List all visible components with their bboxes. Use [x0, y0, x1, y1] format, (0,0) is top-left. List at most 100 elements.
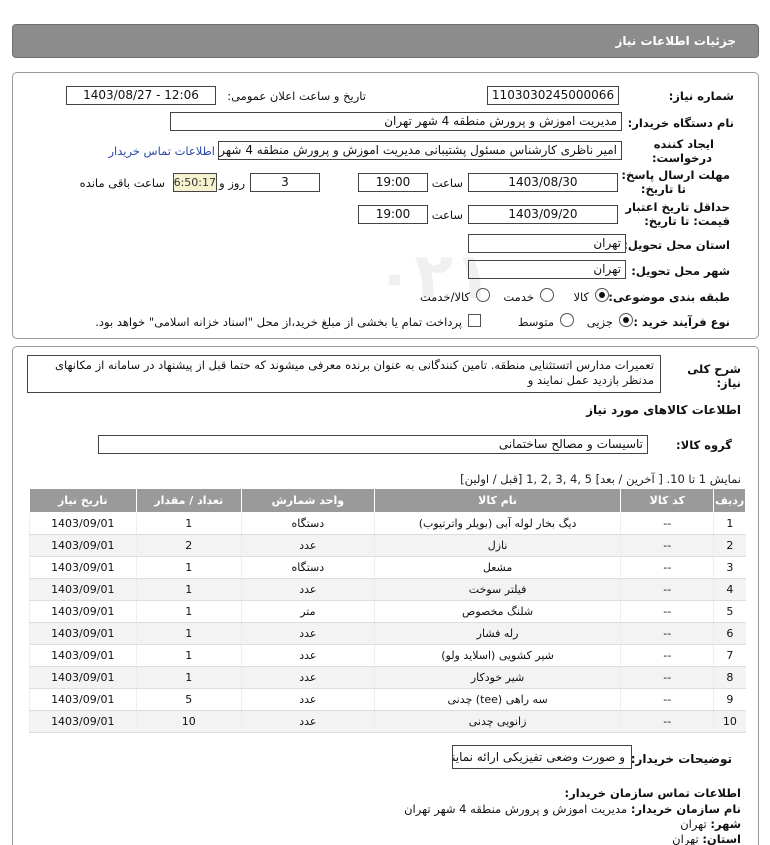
goods-table: ردیف کد کالا نام کالا واحد شمارش تعداد /… — [29, 488, 746, 733]
table-row: 9 -- سه راهی (tee) چدنی عدد 5 1403/09/01 — [29, 688, 746, 711]
cell-name: سه راهی (tee) چدنی — [373, 688, 621, 711]
cell-name: نازل — [373, 534, 621, 557]
contact-org-row: نام سازمان خریدار: مدیریت اموزش و پرورش … — [404, 802, 741, 816]
cell-qty: 1 — [135, 578, 242, 601]
cell-code: -- — [620, 688, 714, 711]
payment-checkbox[interactable] — [468, 314, 481, 327]
province-label: استان محل تحویل: — [623, 238, 730, 252]
cell-row: 4 — [713, 578, 746, 601]
deadline-time-label: ساعت — [431, 176, 463, 190]
cell-date: 1403/09/01 — [29, 622, 137, 645]
category-service-radio[interactable] — [540, 288, 554, 302]
contact-title: اطلاعات تماس سازمان خریدار: — [564, 786, 741, 800]
cell-date: 1403/09/01 — [29, 710, 137, 733]
category-both-radio[interactable] — [476, 288, 490, 302]
cell-row: 10 — [713, 710, 746, 733]
deadline-label: مهلت ارسال پاسخ: — [621, 168, 730, 182]
deadline-date-field: 1403/08/30 — [468, 173, 618, 192]
col-code: کد کالا — [620, 488, 715, 513]
announce-field: 1403/08/27 - 12:06 — [66, 86, 216, 105]
cell-name: زانویی چدنی — [373, 710, 621, 733]
validity-label-2: قیمت: تا تاریخ: — [644, 214, 730, 228]
cell-qty: 1 — [135, 644, 242, 667]
cell-qty: 1 — [135, 512, 242, 535]
cell-code: -- — [620, 534, 714, 557]
buyer-org-field: مدیریت اموزش و پرورش منطقه 4 شهر تهران — [170, 112, 622, 131]
buyer-contact-link[interactable]: اطلاعات تماس خریدار — [108, 144, 215, 158]
cell-row: 7 — [713, 644, 746, 667]
cell-code: -- — [620, 600, 714, 623]
cell-name: شیر خودکار — [373, 666, 621, 689]
contact-org-value: مدیریت اموزش و پرورش منطقه 4 شهر تهران — [404, 802, 628, 816]
cell-code: -- — [620, 512, 714, 535]
contact-org-label: نام سازمان خریدار: — [630, 802, 741, 816]
goods-group-field: تاسیسات و مصالح ساختمانی — [98, 435, 648, 454]
goods-table-header: ردیف کد کالا نام کالا واحد شمارش تعداد /… — [29, 488, 746, 513]
category-both-label: کالا/خدمت — [419, 290, 470, 304]
remaining-time-field: 06:50:17 — [173, 173, 217, 192]
category-service-label: خدمت — [503, 290, 534, 304]
cell-qty: 5 — [135, 688, 242, 711]
description-label-2: نیاز: — [716, 376, 741, 390]
province-field: تهران — [468, 234, 626, 253]
page-header: جزئیات اطلاعات نیاز — [12, 24, 759, 58]
need-number-label: شماره نیاز: — [668, 89, 734, 103]
description-field: تعمیرات مدارس اتستثنایی منطقه. تامین کنن… — [27, 355, 661, 393]
col-unit: واحد شمارش — [240, 488, 375, 513]
cell-row: 8 — [713, 666, 746, 689]
cell-row: 6 — [713, 622, 746, 645]
cell-qty: 1 — [135, 666, 242, 689]
process-partial-radio[interactable] — [619, 313, 633, 327]
creator-label: ایجاد کننده — [653, 137, 714, 151]
process-medium-label: متوسط — [517, 315, 554, 329]
cell-unit: متر — [240, 600, 375, 623]
table-row: 4 -- فیلتر سوخت عدد 1 1403/09/01 — [29, 578, 746, 601]
days-label: روز و — [219, 176, 245, 190]
cell-row: 1 — [713, 512, 746, 535]
pagination[interactable]: نمایش 1 تا 10. [ آخرین / بعد] 5 ,4 ,3 ,2… — [460, 472, 741, 486]
validity-label: حداقل تاریخ اعتبار — [625, 200, 730, 214]
creator-field: امیر ناظری کارشناس مسئول پشتیبانی مدیریت… — [218, 141, 622, 160]
table-row: 7 -- شیر کشویی (اسلاید ولو) عدد 1 1403/09/01 — [29, 644, 746, 667]
cell-name: دیگ بخار لوله آبی (بویلر واترتیوب) — [373, 512, 621, 535]
cell-qty: 10 — [135, 710, 242, 733]
table-row: 5 -- شلنگ مخصوص متر 1 1403/09/01 — [29, 600, 746, 623]
table-row: 10 -- زانویی چدنی عدد 10 1403/09/01 — [29, 710, 746, 733]
goods-section-title: اطلاعات کالاهای مورد نیاز — [586, 403, 741, 417]
buyer-notes-field: و صورت وضعی تفیزیکی ارائه نمایند — [452, 745, 632, 769]
cell-code: -- — [620, 644, 714, 667]
process-partial-label: جزیی — [586, 315, 613, 329]
category-goods-radio[interactable] — [595, 288, 609, 302]
validity-time-field: 19:00 — [358, 205, 428, 224]
cell-qty: 1 — [135, 600, 242, 623]
remaining-label: ساعت باقی مانده — [79, 176, 165, 190]
cell-qty: 1 — [135, 622, 242, 645]
contact-city-row: شهر: تهران — [680, 817, 741, 831]
process-medium-radio[interactable] — [560, 313, 574, 327]
cell-code: -- — [620, 710, 714, 733]
cell-date: 1403/09/01 — [29, 578, 137, 601]
cell-date: 1403/09/01 — [29, 600, 137, 623]
contact-province-row: استان: تهران — [672, 832, 741, 845]
need-number-field: 1103030245000066 — [487, 86, 619, 105]
creator-label-2: درخواست: — [651, 151, 712, 165]
table-row: 3 -- مشعل دستگاه 1 1403/09/01 — [29, 556, 746, 579]
deadline-time-field: 19:00 — [358, 173, 428, 192]
buyer-notes-text: و صورت وضعی تفیزیکی ارائه نمایند — [452, 750, 625, 764]
page-title: جزئیات اطلاعات نیاز — [615, 34, 736, 48]
cell-row: 2 — [713, 534, 746, 557]
cell-unit: عدد — [240, 578, 375, 601]
contact-province-value: تهران — [672, 832, 699, 845]
category-label: طبقه بندی موضوعی: — [608, 290, 730, 304]
payment-note: پرداخت تمام یا بخشی از مبلغ خرید،از محل … — [95, 315, 462, 329]
cell-qty: 1 — [135, 556, 242, 579]
contact-city-value: تهران — [680, 817, 707, 831]
cell-date: 1403/09/01 — [29, 688, 137, 711]
table-row: 8 -- شیر خودکار عدد 1 1403/09/01 — [29, 666, 746, 689]
table-row: 6 -- رله فشار عدد 1 1403/09/01 — [29, 622, 746, 645]
cell-date: 1403/09/01 — [29, 556, 137, 579]
deadline-label-2: تا تاریخ: — [640, 182, 686, 196]
cell-name: مشعل — [373, 556, 621, 579]
buyer-org-label: نام دستگاه خریدار: — [627, 116, 734, 130]
table-row: 2 -- نازل عدد 2 1403/09/01 — [29, 534, 746, 557]
